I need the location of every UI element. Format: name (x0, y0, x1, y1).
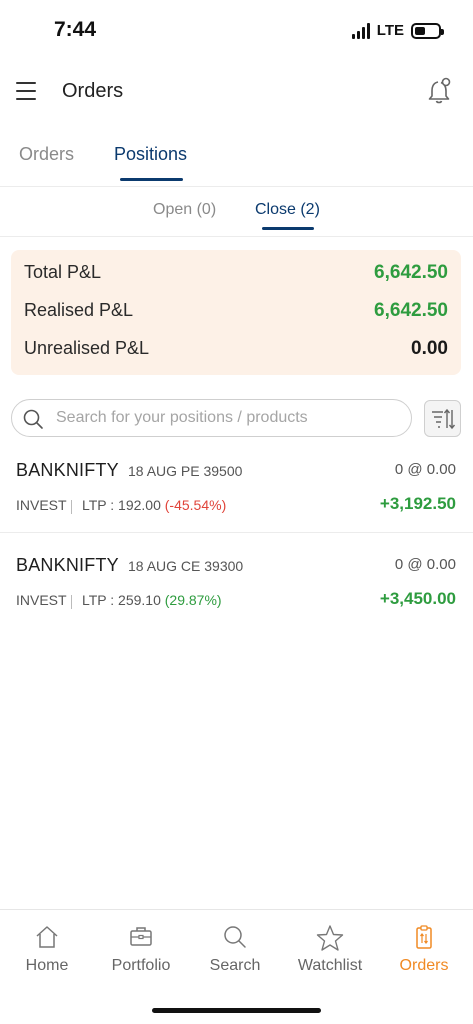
active-tab-indicator (120, 178, 183, 181)
unrealised-pnl-value: 0.00 (411, 338, 448, 359)
ltp-value: LTP : 192.00 (82, 497, 161, 513)
nav-home[interactable]: Home (0, 910, 94, 990)
nav-home-label: Home (25, 957, 69, 974)
orders-icon (416, 925, 432, 949)
position-symbol: BANKNIFTY (16, 555, 119, 575)
unrealised-pnl-row: Unrealised P&L 0.00 (24, 334, 448, 364)
unrealised-pnl-label: Unrealised P&L (24, 338, 150, 358)
search-icon (224, 926, 246, 948)
position-product: INVEST (16, 592, 67, 608)
briefcase-icon (130, 927, 152, 946)
position-symbol: BANKNIFTY (16, 460, 119, 480)
main-tabs: Orders Positions (0, 130, 473, 187)
position-ltp: LTP : 259.10 (29.87%) (82, 592, 222, 608)
nav-search-label: Search (209, 957, 261, 974)
app-header: Orders (0, 70, 473, 114)
position-contract: 18 AUG CE 39300 (128, 558, 244, 574)
subtab-close[interactable]: Close (2) (255, 201, 320, 219)
tab-positions[interactable]: Positions (114, 144, 187, 165)
nav-orders-label: Orders (399, 957, 449, 974)
total-pnl-row: Total P&L 6,642.50 (24, 258, 448, 288)
position-contract: 18 AUG PE 39500 (128, 463, 243, 479)
position-qty-price: 0 @ 0.00 (394, 461, 456, 478)
tab-orders[interactable]: Orders (19, 144, 74, 165)
pnl-summary-card: Total P&L 6,642.50 Realised P&L 6,642.50… (11, 250, 461, 375)
home-indicator (152, 1008, 321, 1013)
position-product: INVEST (16, 497, 67, 513)
realised-pnl-label: Realised P&L (24, 300, 134, 320)
subtab-open[interactable]: Open (0) (153, 201, 216, 219)
status-bar: 7:44 LTE (0, 0, 473, 64)
nav-watchlist[interactable]: Watchlist (283, 910, 377, 990)
realised-pnl-row: Realised P&L 6,642.50 (24, 296, 448, 326)
battery-icon (411, 22, 444, 39)
position-subtabs: Open (0) Close (2) (0, 188, 473, 237)
nav-orders[interactable]: Orders (377, 910, 471, 990)
ltp-change: (29.87%) (164, 592, 222, 608)
status-indicators: LTE (351, 22, 444, 39)
search-input[interactable] (56, 400, 401, 436)
bell-icon[interactable] (425, 76, 455, 106)
position-pnl: +3,450.00 (379, 589, 456, 608)
realised-pnl-value: 6,642.50 (374, 300, 448, 321)
home-icon (36, 926, 58, 948)
nav-watchlist-label: Watchlist (297, 957, 363, 974)
total-pnl-value: 6,642.50 (374, 262, 448, 283)
position-row[interactable]: BANKNIFTY 18 AUG CE 39300 0 @ 0.00 INVES… (0, 555, 473, 651)
nav-search[interactable]: Search (188, 910, 282, 990)
nav-portfolio[interactable]: Portfolio (94, 910, 188, 990)
position-pnl: +3,192.50 (379, 494, 456, 513)
ltp-change: (-45.54%) (164, 497, 227, 513)
menu-icon[interactable] (16, 82, 36, 100)
page-title: Orders (62, 80, 124, 102)
status-time: 7:44 (54, 18, 97, 41)
sort-icon (432, 408, 456, 430)
ltp-value: LTP : 259.10 (82, 592, 161, 608)
position-ltp: LTP : 192.00 (-45.54%) (82, 497, 226, 513)
star-icon (316, 925, 344, 951)
position-qty-price: 0 @ 0.00 (394, 556, 456, 573)
sort-filter-button[interactable] (424, 400, 461, 437)
signal-icon (351, 22, 370, 39)
active-subtab-indicator (262, 227, 314, 230)
nav-portfolio-label: Portfolio (111, 957, 171, 974)
network-label: LTE (376, 22, 404, 39)
separator (71, 500, 72, 514)
search-icon (23, 409, 43, 429)
position-row[interactable]: BANKNIFTY 18 AUG PE 39500 0 @ 0.00 INVES… (0, 460, 473, 533)
total-pnl-label: Total P&L (24, 262, 102, 282)
search-box[interactable] (11, 399, 412, 437)
bottom-nav: Home Portfolio Search Watchlist Orders (0, 909, 473, 1024)
separator (71, 595, 72, 609)
